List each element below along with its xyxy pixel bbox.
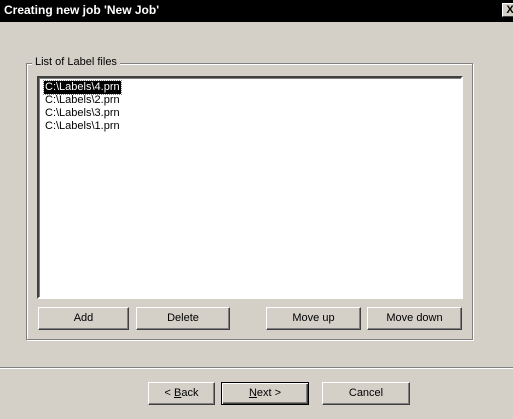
- delete-button[interactable]: Delete: [136, 307, 230, 330]
- move-up-button[interactable]: Move up: [266, 307, 361, 330]
- wizard-window: Creating new job 'New Job' X List of Lab…: [0, 0, 513, 419]
- list-item[interactable]: C:\Labels\3.prn: [44, 107, 121, 120]
- groupbox-legend: List of Label files: [32, 56, 120, 68]
- window-title: Creating new job 'New Job': [4, 3, 160, 17]
- next-rest: ext >: [256, 387, 282, 399]
- add-button[interactable]: Add: [38, 307, 129, 330]
- label-files-listbox[interactable]: C:\Labels\4.prn C:\Labels\2.prn C:\Label…: [37, 76, 463, 299]
- close-button[interactable]: X: [502, 3, 513, 17]
- file-list: C:\Labels\4.prn C:\Labels\2.prn C:\Label…: [43, 80, 122, 133]
- move-down-button[interactable]: Move down: [367, 307, 462, 330]
- list-item-selected[interactable]: C:\Labels\4.prn: [43, 80, 122, 95]
- next-button[interactable]: Next >: [221, 382, 309, 405]
- list-item[interactable]: C:\Labels\1.prn: [44, 120, 121, 133]
- next-mnemonic: N: [248, 387, 257, 399]
- list-item[interactable]: C:\Labels\2.prn: [44, 94, 121, 107]
- cancel-button[interactable]: Cancel: [322, 382, 410, 405]
- back-prefix: <: [164, 387, 174, 399]
- title-bar[interactable]: Creating new job 'New Job' X: [0, 0, 513, 22]
- close-icon: X: [506, 4, 513, 16]
- back-button[interactable]: < Back: [148, 382, 215, 405]
- separator-line: [0, 367, 513, 369]
- back-rest: ack: [181, 387, 199, 399]
